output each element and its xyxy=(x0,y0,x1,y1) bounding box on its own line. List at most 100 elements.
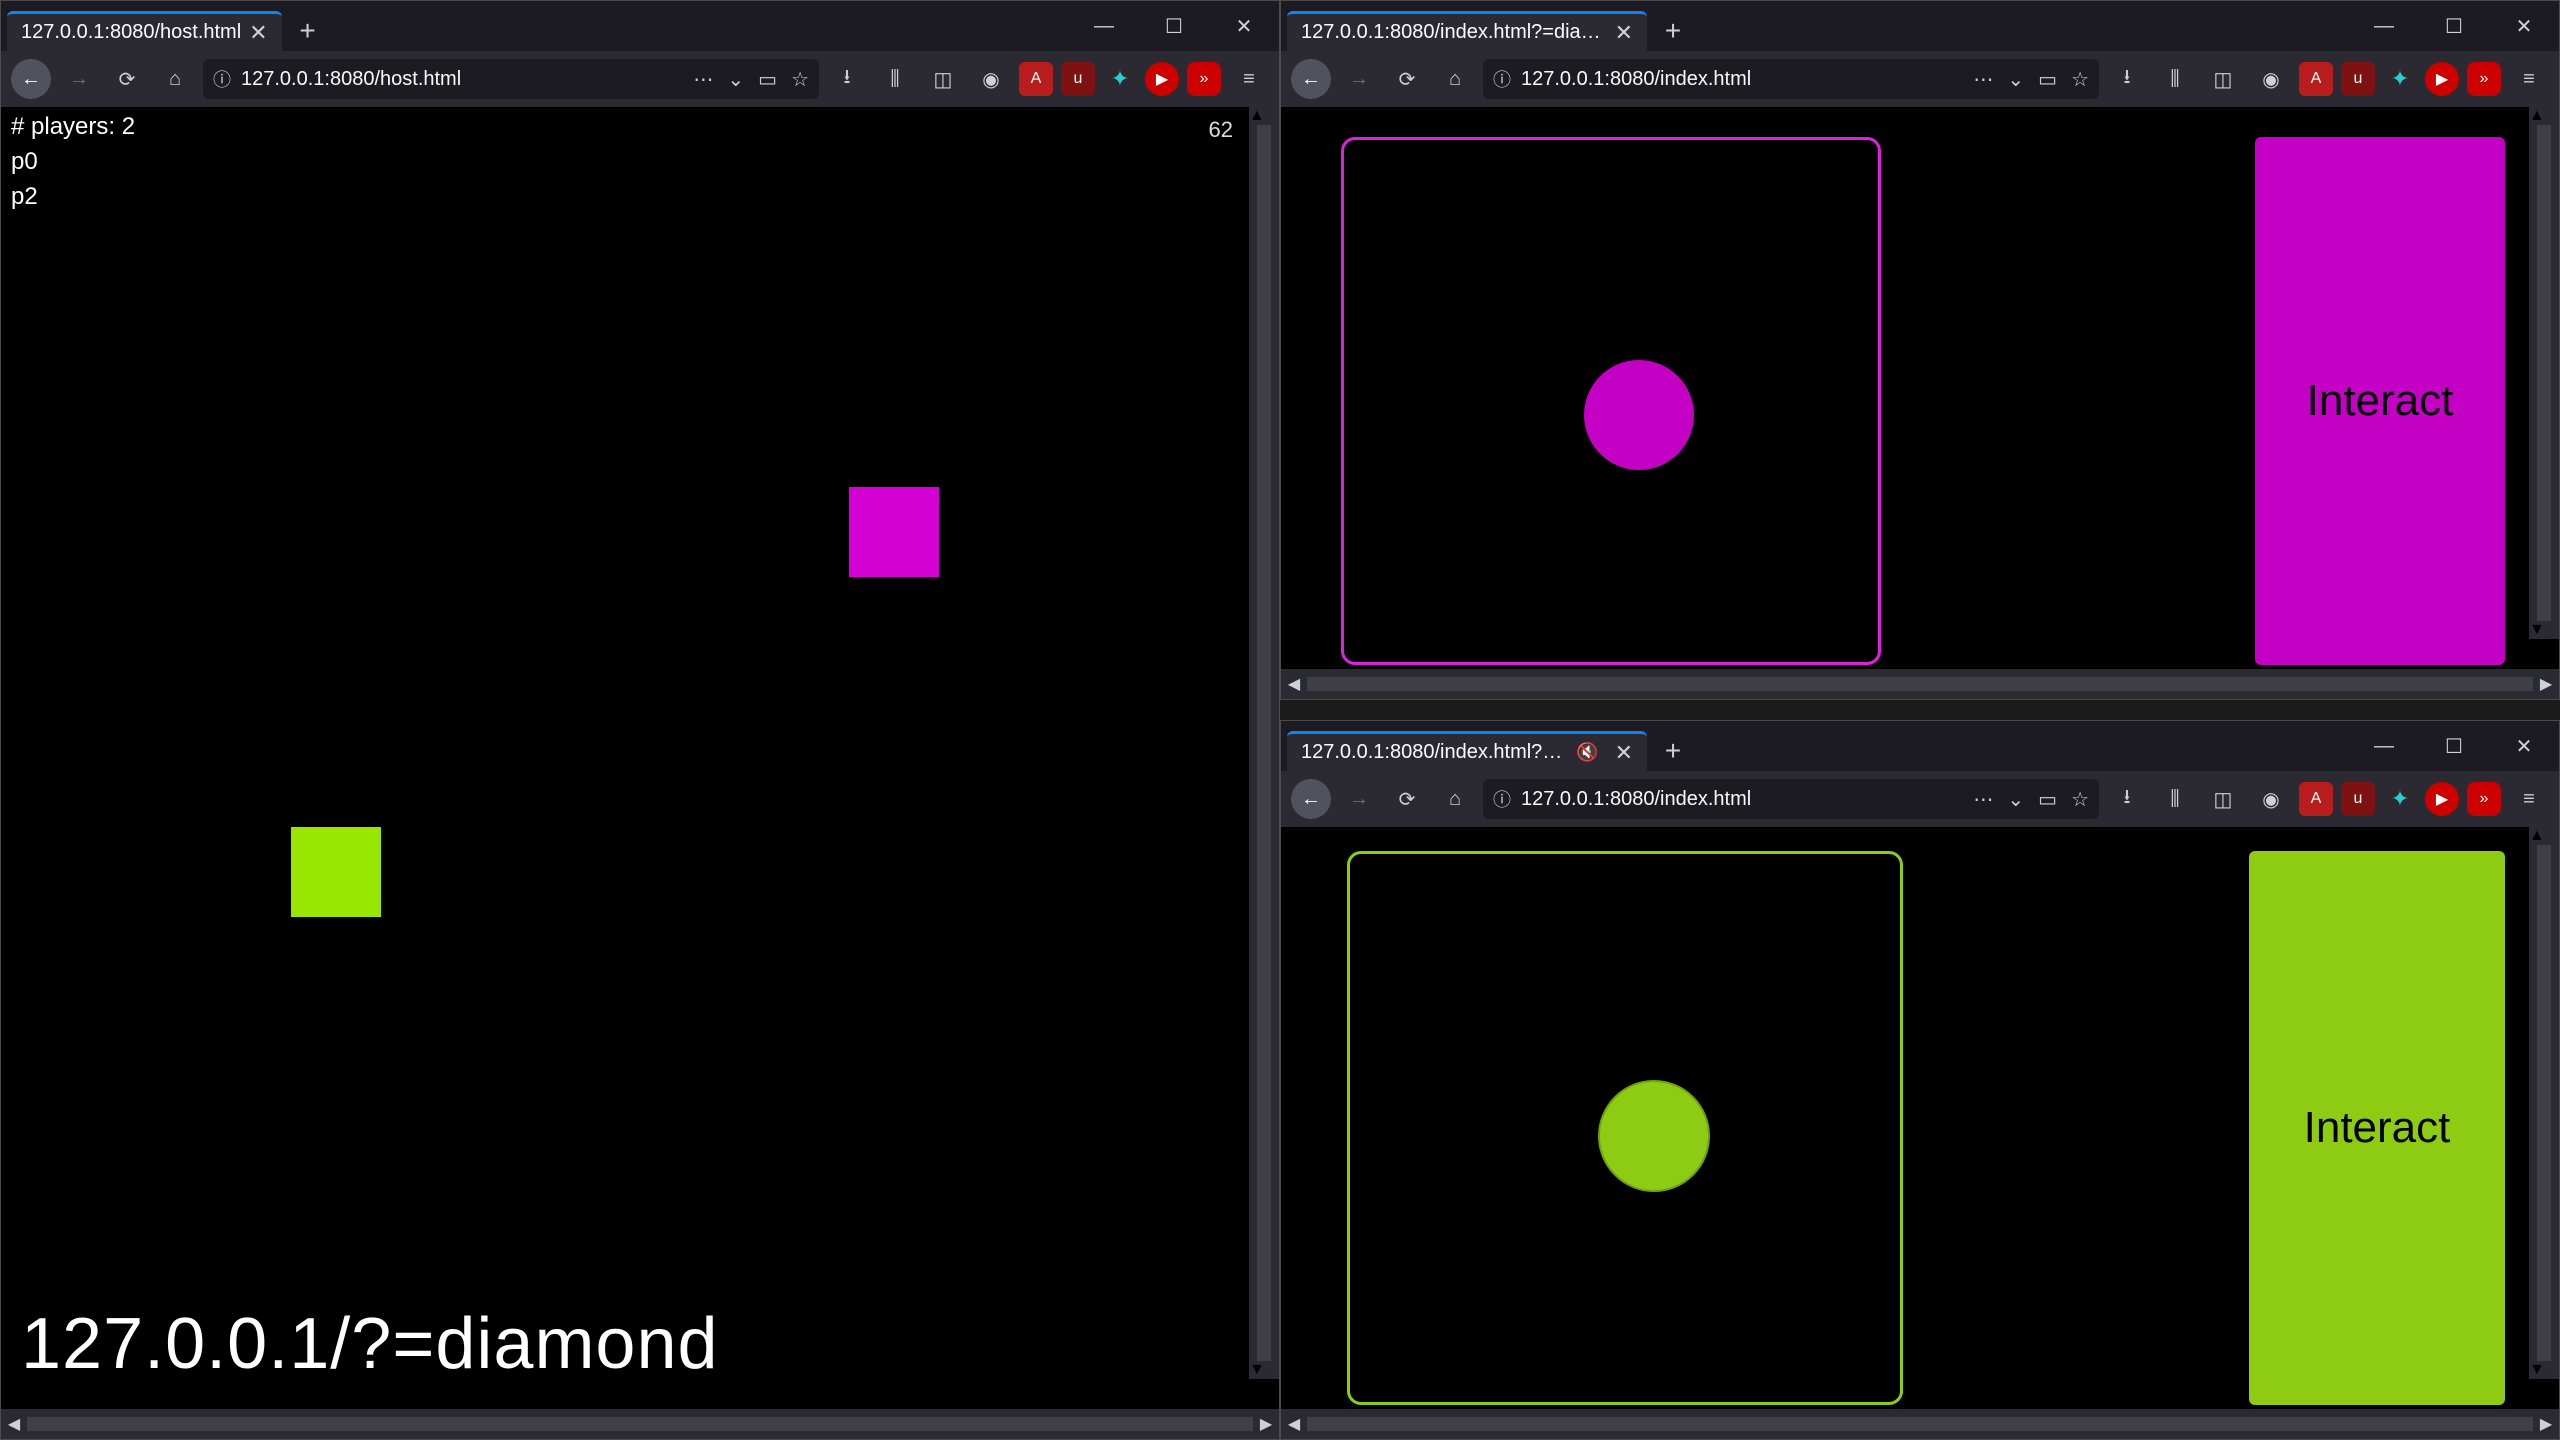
tab-title: 127.0.0.1:8080/index.html?=diamo xyxy=(1301,21,1607,44)
account-button[interactable]: ◉ xyxy=(2251,59,2291,99)
back-button[interactable]: ← xyxy=(1291,59,1331,99)
close-icon[interactable]: ✕ xyxy=(1615,22,1633,44)
vertical-scrollbar[interactable]: ▲▼ xyxy=(2529,107,2559,639)
sidebar-button[interactable]: ◫ xyxy=(2203,779,2243,819)
extension-icon[interactable]: ▶ xyxy=(2425,62,2459,96)
back-icon: ← xyxy=(1301,788,1321,811)
tab-client-bottom[interactable]: 127.0.0.1:8080/index.html?=dia 🔇 ✕ xyxy=(1287,731,1647,771)
reader-icon[interactable]: ▭ xyxy=(2038,787,2057,812)
maximize-button[interactable]: ☐ xyxy=(1139,1,1209,51)
interact-button[interactable]: Interact xyxy=(2255,137,2505,665)
player-ball[interactable] xyxy=(1598,1080,1710,1192)
maximize-button[interactable]: ☐ xyxy=(2419,721,2489,771)
player-ball[interactable] xyxy=(1584,360,1694,470)
new-tab-button[interactable]: + xyxy=(1653,731,1693,771)
url-bar[interactable]: ⓘ 127.0.0.1:8080/host.html ⋯ ⌄ ▭ ☆ xyxy=(203,59,819,99)
maximize-icon: ☐ xyxy=(2445,734,2463,759)
pocket-icon[interactable]: ⌄ xyxy=(2007,67,2024,92)
extension-icon[interactable]: u xyxy=(1061,62,1095,96)
reload-button[interactable]: ⟳ xyxy=(1387,59,1427,99)
reload-button[interactable]: ⟳ xyxy=(1387,779,1427,819)
more-icon[interactable]: ⋯ xyxy=(1973,67,1993,92)
extension-icon[interactable]: u xyxy=(2341,782,2375,816)
sidebar-button[interactable]: ◫ xyxy=(2203,59,2243,99)
url-bar[interactable]: ⓘ 127.0.0.1:8080/index.html ⋯ ⌄ ▭ ☆ xyxy=(1483,59,2099,99)
bookmark-icon[interactable]: ☆ xyxy=(2071,67,2089,92)
close-icon[interactable]: ✕ xyxy=(249,22,267,44)
account-button[interactable]: ◉ xyxy=(971,59,1011,99)
menu-button[interactable]: ≡ xyxy=(1229,59,1269,99)
library-button[interactable]: ⫼ xyxy=(875,59,915,99)
game-stage[interactable] xyxy=(1347,851,1903,1405)
minimize-button[interactable]: — xyxy=(2349,721,2419,771)
bookmark-icon[interactable]: ☆ xyxy=(791,67,809,92)
extension-icon[interactable]: ✦ xyxy=(1103,62,1137,96)
extension-icon[interactable]: u xyxy=(2341,62,2375,96)
back-button[interactable]: ← xyxy=(1291,779,1331,819)
home-button[interactable]: ⌂ xyxy=(1435,779,1475,819)
back-button[interactable]: ← xyxy=(11,59,51,99)
close-window-button[interactable]: ✕ xyxy=(2489,1,2559,51)
minimize-button[interactable]: — xyxy=(2349,1,2419,51)
download-button[interactable]: ⭳ xyxy=(2107,59,2147,99)
players-count: # players: 2 xyxy=(1,107,1279,148)
home-button[interactable]: ⌂ xyxy=(155,59,195,99)
extension-icon[interactable]: » xyxy=(1187,62,1221,96)
reload-button[interactable]: ⟳ xyxy=(107,59,147,99)
menu-button[interactable]: ≡ xyxy=(2509,779,2549,819)
extension-icon[interactable]: A xyxy=(2299,782,2333,816)
account-button[interactable]: ◉ xyxy=(2251,779,2291,819)
toolbar: ← → ⟳ ⌂ ⓘ 127.0.0.1:8080/index.html ⋯ ⌄ … xyxy=(1281,771,2559,827)
download-button[interactable]: ⭳ xyxy=(2107,779,2147,819)
minimize-button[interactable]: — xyxy=(1069,1,1139,51)
forward-icon: → xyxy=(69,68,89,91)
extension-icon[interactable]: A xyxy=(2299,62,2333,96)
vertical-scrollbar[interactable]: ▲▼ xyxy=(2529,827,2559,1379)
close-window-button[interactable]: ✕ xyxy=(1209,1,1279,51)
minimize-icon: — xyxy=(2374,15,2394,38)
extension-icon[interactable]: ✦ xyxy=(2383,782,2417,816)
library-button[interactable]: ⫼ xyxy=(2155,59,2195,99)
download-icon: ⭳ xyxy=(2124,782,2131,816)
close-window-button[interactable]: ✕ xyxy=(2489,721,2559,771)
new-tab-button[interactable]: + xyxy=(288,11,328,51)
bookmark-icon[interactable]: ☆ xyxy=(2071,787,2089,812)
extension-icon[interactable]: ✦ xyxy=(2383,62,2417,96)
tab-strip: 127.0.0.1:8080/index.html?=diamo ✕ + — ☐… xyxy=(1281,1,2559,51)
close-icon[interactable]: ✕ xyxy=(1615,742,1633,764)
new-tab-button[interactable]: + xyxy=(1653,11,1693,51)
mute-icon[interactable]: 🔇 xyxy=(1576,742,1598,763)
game-stage[interactable] xyxy=(1341,137,1881,665)
horizontal-scrollbar[interactable]: ◀▶ xyxy=(1281,669,2559,699)
menu-button[interactable]: ≡ xyxy=(2509,59,2549,99)
extension-icon[interactable]: » xyxy=(2467,62,2501,96)
maximize-button[interactable]: ☐ xyxy=(2419,1,2489,51)
tab-host[interactable]: 127.0.0.1:8080/host.html ✕ xyxy=(7,11,282,51)
reload-icon: ⟳ xyxy=(1399,787,1416,812)
more-icon[interactable]: ⋯ xyxy=(1973,787,1993,812)
sidebar-button[interactable]: ◫ xyxy=(923,59,963,99)
home-button[interactable]: ⌂ xyxy=(1435,59,1475,99)
extension-icon[interactable]: ▶ xyxy=(2425,782,2459,816)
page-content-client-bottom: ▲▼ Interact xyxy=(1281,827,2559,1409)
tab-title: 127.0.0.1:8080/index.html?=dia xyxy=(1301,741,1568,764)
more-icon[interactable]: ⋯ xyxy=(693,67,713,92)
horizontal-scrollbar[interactable]: ◀▶ xyxy=(1,1409,1279,1439)
interact-button[interactable]: Interact xyxy=(2249,851,2505,1405)
horizontal-scrollbar[interactable]: ◀▶ xyxy=(1281,1409,2559,1439)
library-button[interactable]: ⫼ xyxy=(2155,779,2195,819)
menu-icon: ≡ xyxy=(2523,788,2535,811)
extension-icon[interactable]: » xyxy=(2467,782,2501,816)
extension-icon[interactable]: ▶ xyxy=(1145,62,1179,96)
download-button[interactable]: ⭳ xyxy=(827,59,867,99)
reader-icon[interactable]: ▭ xyxy=(758,67,777,92)
extension-icon[interactable]: A xyxy=(1019,62,1053,96)
pocket-icon[interactable]: ⌄ xyxy=(727,67,744,92)
maximize-icon: ☐ xyxy=(2445,14,2463,39)
tab-client-top[interactable]: 127.0.0.1:8080/index.html?=diamo ✕ xyxy=(1287,11,1647,51)
reader-icon[interactable]: ▭ xyxy=(2038,67,2057,92)
pocket-icon[interactable]: ⌄ xyxy=(2007,787,2024,812)
url-bar[interactable]: ⓘ 127.0.0.1:8080/index.html ⋯ ⌄ ▭ ☆ xyxy=(1483,779,2099,819)
browser-window-client-bottom: 127.0.0.1:8080/index.html?=dia 🔇 ✕ + — ☐… xyxy=(1280,720,2560,1440)
vertical-scrollbar[interactable]: ▲▼ xyxy=(1249,107,1279,1379)
